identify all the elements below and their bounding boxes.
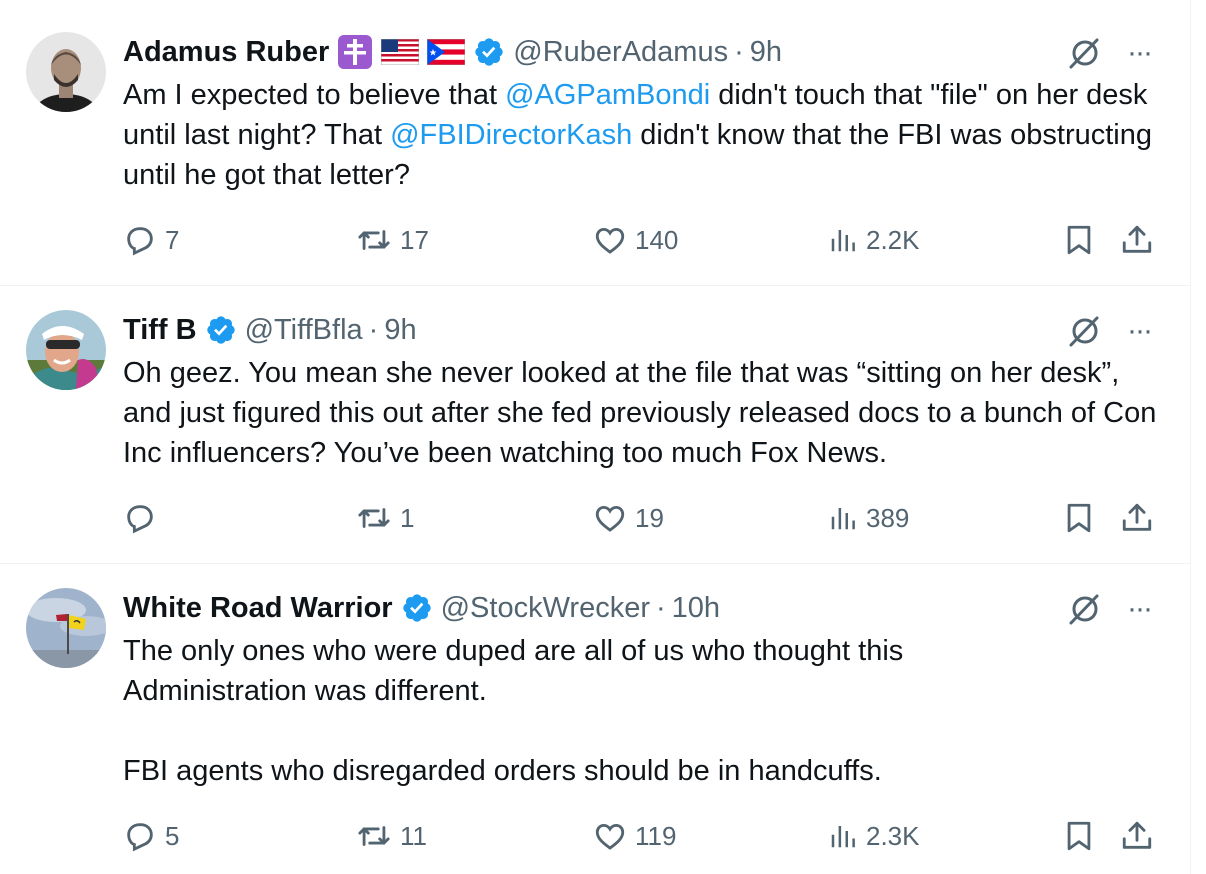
share-button[interactable] (1120, 498, 1154, 538)
display-name[interactable]: Tiff B (123, 314, 197, 347)
grok-icon[interactable] (1068, 314, 1102, 348)
views-count: 389 (866, 502, 910, 533)
like-count: 19 (635, 502, 664, 533)
bookmark-icon (1067, 225, 1091, 255)
timestamp[interactable]: 9h (750, 36, 782, 69)
like-icon (595, 823, 625, 850)
tweet-text: Oh geez. You mean she never looked at th… (123, 353, 1173, 473)
bookmark-button[interactable] (1062, 816, 1096, 856)
avatar[interactable] (26, 32, 106, 112)
handle[interactable]: @RuberAdamus (513, 36, 728, 69)
tweet-header: Adamus Ruber @RuberAdamus · 9h (123, 32, 782, 72)
display-name[interactable]: White Road Warrior (123, 592, 393, 625)
timeline: Adamus Ruber @RuberAdamus · 9h ··· Am I … (0, 0, 1191, 874)
timestamp[interactable]: 10h (672, 592, 720, 625)
repost-button[interactable]: 17 (356, 220, 429, 260)
reply-icon (127, 505, 153, 534)
like-icon (595, 505, 625, 532)
tweet-paragraph: FBI agents who disregarded orders should… (123, 755, 882, 787)
tweet-header: White Road Warrior @StockWrecker · 10h (123, 588, 720, 628)
repost-icon (358, 508, 390, 528)
more-icon[interactable]: ··· (1121, 36, 1157, 70)
views-icon (831, 508, 855, 530)
action-bar: 7 17 140 2.2K (123, 220, 1163, 260)
bookmark-icon (1067, 821, 1091, 851)
share-icon (1122, 225, 1152, 253)
more-icon[interactable]: ··· (1121, 592, 1157, 626)
patriarchal-cross-emoji (337, 34, 373, 70)
tweet[interactable]: White Road Warrior @StockWrecker · 10h ·… (0, 564, 1190, 874)
repost-button[interactable]: 1 (356, 498, 414, 538)
grok-icon[interactable] (1068, 36, 1102, 70)
tweet-text: The only ones who were duped are all of … (123, 631, 1173, 791)
views-button[interactable]: 2.3K (828, 816, 920, 856)
grok-icon[interactable] (1068, 592, 1102, 626)
display-name[interactable]: Adamus Ruber (123, 36, 329, 69)
repost-icon (358, 826, 390, 846)
like-button[interactable]: 140 (593, 220, 678, 260)
tweet-header: Tiff B @TiffBfla · 9h (123, 310, 417, 350)
bookmark-button[interactable] (1062, 498, 1096, 538)
reply-icon (127, 823, 153, 852)
verified-badge-icon[interactable] (401, 592, 433, 624)
separator: · (734, 35, 744, 68)
text-segment: Am I expected to believe that (123, 79, 506, 111)
share-icon (1122, 821, 1152, 849)
share-button[interactable] (1120, 220, 1154, 260)
avatar[interactable] (26, 588, 106, 668)
like-button[interactable]: 19 (593, 498, 664, 538)
action-bar: 5 11 119 2.3K (123, 816, 1163, 856)
repost-icon (358, 230, 390, 250)
repost-count: 1 (400, 502, 415, 533)
verified-badge-icon[interactable] (205, 314, 237, 346)
share-button[interactable] (1120, 816, 1154, 856)
reply-button[interactable]: 5 (123, 816, 179, 856)
views-icon (831, 230, 855, 252)
bookmark-button[interactable] (1062, 220, 1096, 260)
tweet-text: Am I expected to believe that @AGPamBond… (123, 75, 1173, 195)
bookmark-icon (1067, 503, 1091, 533)
timestamp[interactable]: 9h (384, 314, 416, 347)
repost-button[interactable]: 11 (356, 816, 427, 856)
mention-link[interactable]: @FBIDirectorKash (390, 119, 632, 151)
reply-count: 5 (165, 820, 180, 851)
views-count: 2.2K (866, 224, 920, 255)
views-icon (831, 826, 855, 848)
us-flag-emoji (381, 39, 420, 65)
more-icon[interactable]: ··· (1121, 314, 1157, 348)
reply-button[interactable] (123, 498, 165, 538)
like-count: 140 (635, 224, 679, 255)
tweet[interactable]: Tiff B @TiffBfla · 9h ··· Oh geez. You m… (0, 286, 1190, 564)
verified-badge-icon[interactable] (473, 36, 505, 68)
tweet-paragraph: Oh geez. You mean she never looked at th… (123, 357, 1157, 469)
handle[interactable]: @TiffBfla (245, 314, 363, 347)
avatar[interactable] (26, 310, 106, 390)
repost-count: 17 (400, 224, 429, 255)
tweet[interactable]: Adamus Ruber @RuberAdamus · 9h ··· Am I … (0, 0, 1190, 286)
like-button[interactable]: 119 (593, 816, 676, 856)
puerto-rico-flag-emoji (427, 39, 466, 65)
tweet-paragraph: Am I expected to believe that @AGPamBond… (123, 75, 1173, 195)
mention-link[interactable]: @AGPamBondi (505, 79, 710, 111)
views-count: 2.3K (866, 820, 920, 851)
action-bar: 1 19 389 (123, 498, 1163, 538)
repost-count: 11 (400, 820, 427, 851)
views-button[interactable]: 2.2K (828, 220, 920, 260)
handle[interactable]: @StockWrecker (441, 592, 650, 625)
like-icon (595, 227, 625, 254)
reply-count: 7 (165, 224, 180, 255)
share-icon (1122, 503, 1152, 531)
tweet-paragraph: The only ones who were duped are all of … (123, 635, 904, 707)
separator: · (368, 313, 379, 346)
like-count: 119 (635, 820, 677, 851)
separator: · (656, 591, 666, 624)
reply-icon (127, 227, 153, 256)
reply-button[interactable]: 7 (123, 220, 179, 260)
views-button[interactable]: 389 (828, 498, 909, 538)
